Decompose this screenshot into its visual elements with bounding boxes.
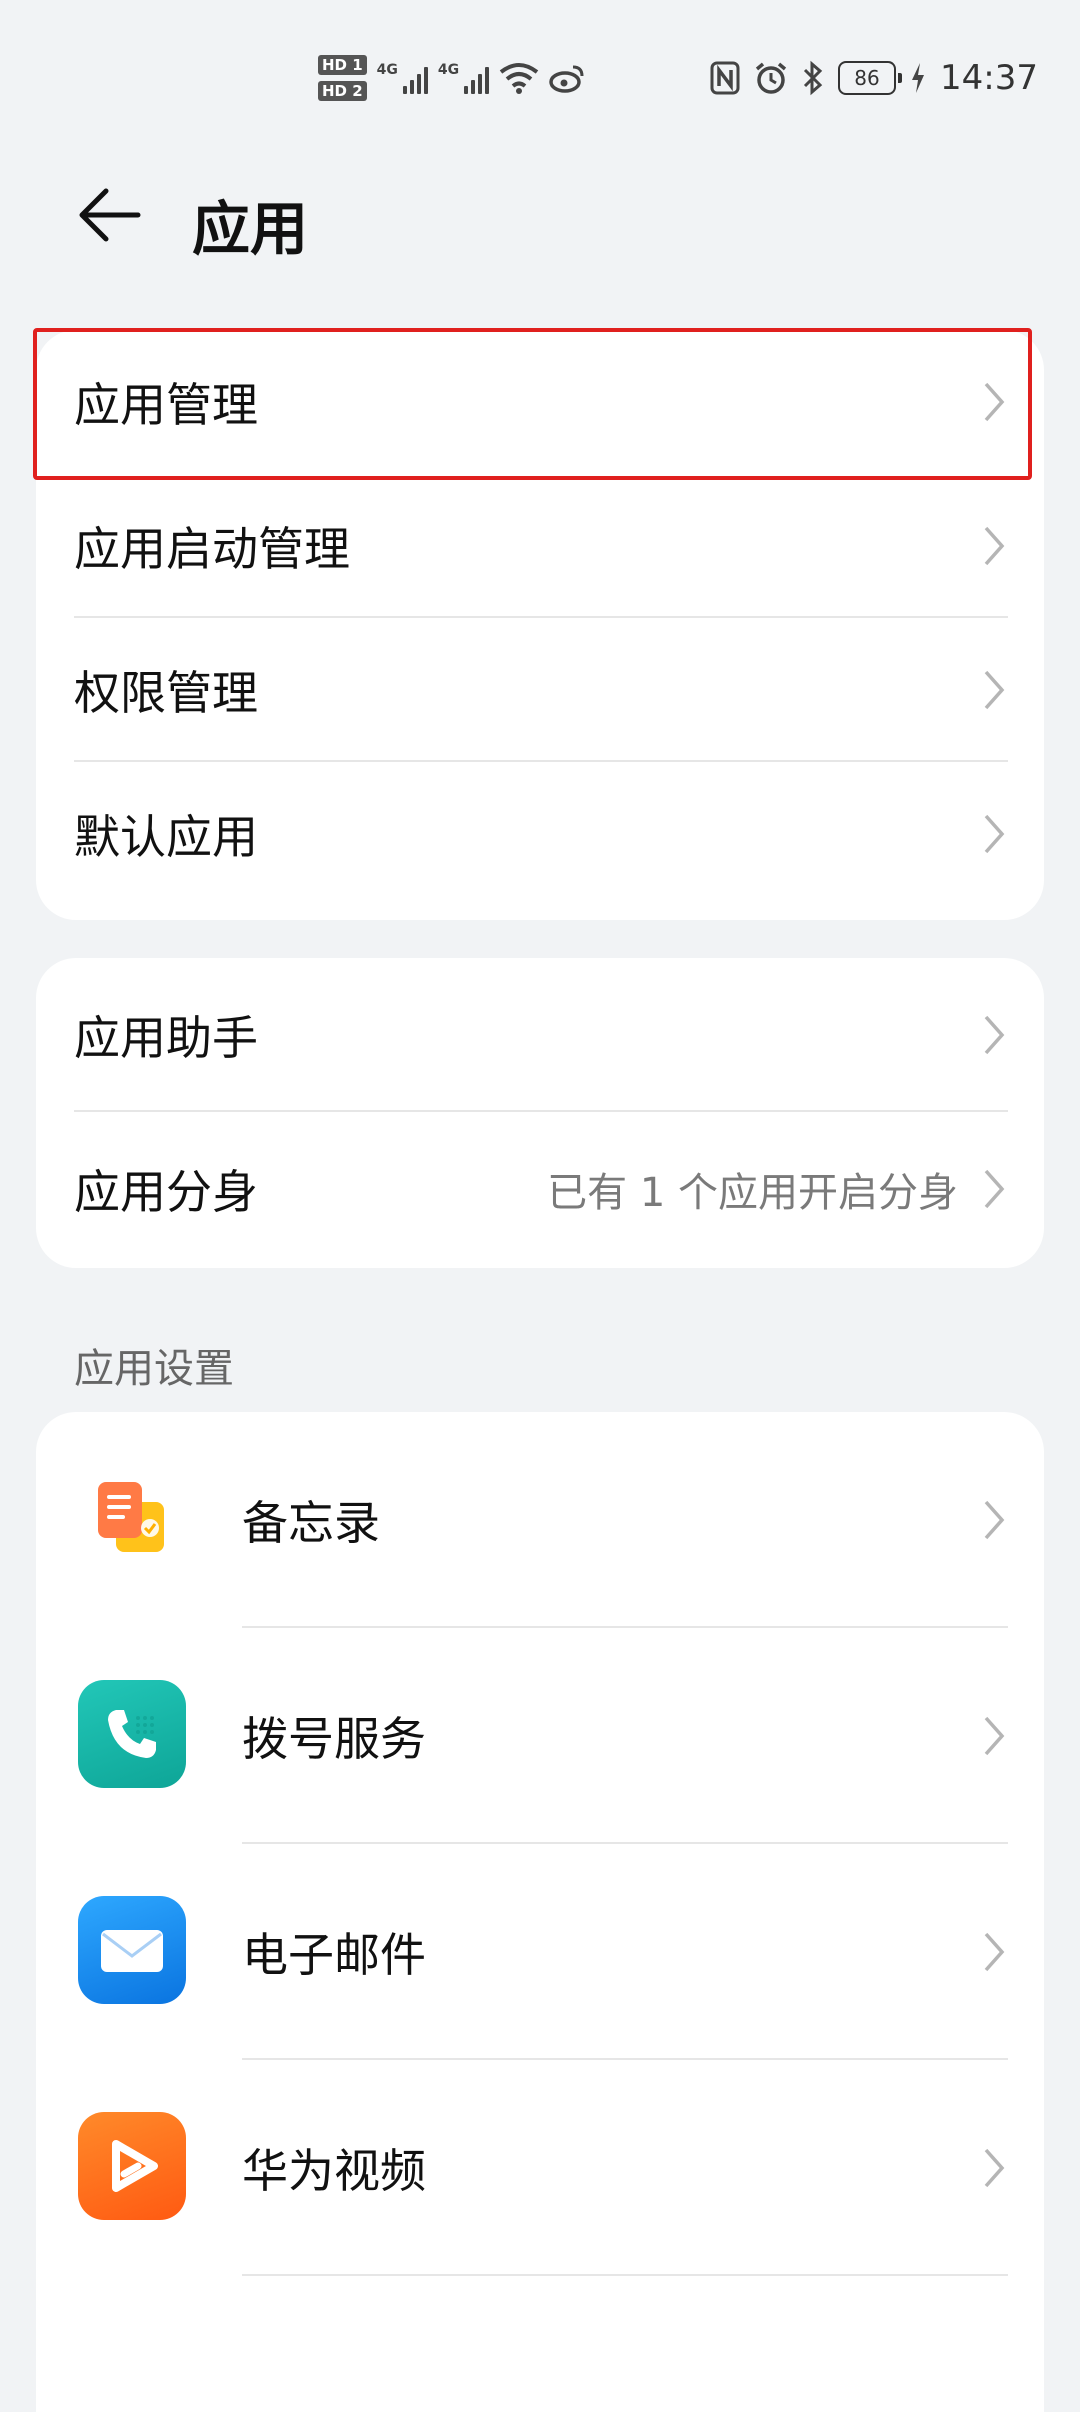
app-bar: 应用 [0, 160, 1080, 270]
signal-icon: 4G [377, 62, 428, 94]
back-arrow-icon [79, 188, 141, 242]
wifi-icon [499, 63, 539, 94]
hd1-badge: HD 1 [318, 55, 367, 75]
chevron-right-icon [984, 1716, 1005, 1756]
app-name: 拨号服务 [242, 1712, 426, 1766]
app-settings-card: 备忘录 拨号服务 电子邮件 华为视频 [36, 1412, 1044, 2412]
app-row-notepad[interactable]: 备忘录 [36, 1412, 1044, 1628]
video-play-icon [78, 2112, 186, 2220]
network-type-1: 4G [376, 62, 398, 78]
notepad-icon [78, 1464, 186, 1572]
bluetooth-icon [803, 60, 823, 96]
mail-icon [78, 1896, 186, 2004]
chevron-right-icon [984, 1500, 1005, 1540]
highlight-frame [33, 328, 1032, 480]
phone-icon [78, 1680, 186, 1788]
app-startup-management-row[interactable]: 应用启动管理 [36, 474, 1044, 618]
weibo-icon [549, 65, 584, 93]
row-label: 默认应用 [74, 810, 258, 864]
chevron-right-icon [984, 1169, 1005, 1209]
nfc-icon [710, 61, 740, 95]
row-label: 应用启动管理 [74, 522, 350, 576]
chevron-right-icon [984, 1015, 1005, 1055]
alarm-icon [755, 62, 787, 94]
app-row-email[interactable]: 电子邮件 [36, 1844, 1044, 2060]
chevron-right-icon [984, 2148, 1005, 2188]
signal-icon-2: 4G [437, 62, 490, 94]
chevron-right-icon [984, 814, 1005, 854]
app-twin-row[interactable]: 应用分身 已有 1 个应用开启分身 [36, 1112, 1044, 1266]
section-title: 应用设置 [74, 1346, 234, 1392]
row-label: 应用分身 [74, 1165, 258, 1219]
app-twin-status: 已有 1 个应用开启分身 [547, 1170, 958, 1216]
charging-icon [912, 63, 925, 93]
battery-level: 86 [854, 66, 880, 90]
default-apps-row[interactable]: 默认应用 [36, 762, 1044, 906]
back-button[interactable] [70, 180, 150, 250]
status-bar-left: HD 1 HD 2 4G 4G [318, 48, 585, 108]
battery-indicator: 86 [838, 61, 903, 95]
status-bar-right: 86 14:37 [710, 48, 1038, 108]
permission-management-row[interactable]: 权限管理 [36, 618, 1044, 762]
chevron-right-icon [984, 670, 1005, 710]
app-row-dialer[interactable]: 拨号服务 [36, 1628, 1044, 1844]
chevron-right-icon [984, 1932, 1005, 1972]
hd-indicators: HD 1 HD 2 [318, 55, 367, 101]
row-label: 权限管理 [74, 666, 258, 720]
divider [242, 2274, 1008, 2276]
app-name: 电子邮件 [242, 1928, 426, 1982]
app-assistant-row[interactable]: 应用助手 [36, 958, 1044, 1112]
network-type-2: 4G [437, 62, 460, 78]
clock: 14:37 [940, 58, 1038, 98]
page-title: 应用 [192, 195, 309, 263]
chevron-right-icon [984, 526, 1005, 566]
app-name: 华为视频 [242, 2144, 426, 2198]
hd2-badge: HD 2 [318, 81, 367, 101]
app-name: 备忘录 [242, 1496, 380, 1550]
status-bar: HD 1 HD 2 4G 4G 86 14:37 [0, 0, 1080, 150]
app-row-huawei-video[interactable]: 华为视频 [36, 2060, 1044, 2276]
row-label: 应用助手 [74, 1011, 258, 1065]
app-assistant-card: 应用助手 应用分身 已有 1 个应用开启分身 [36, 958, 1044, 1268]
